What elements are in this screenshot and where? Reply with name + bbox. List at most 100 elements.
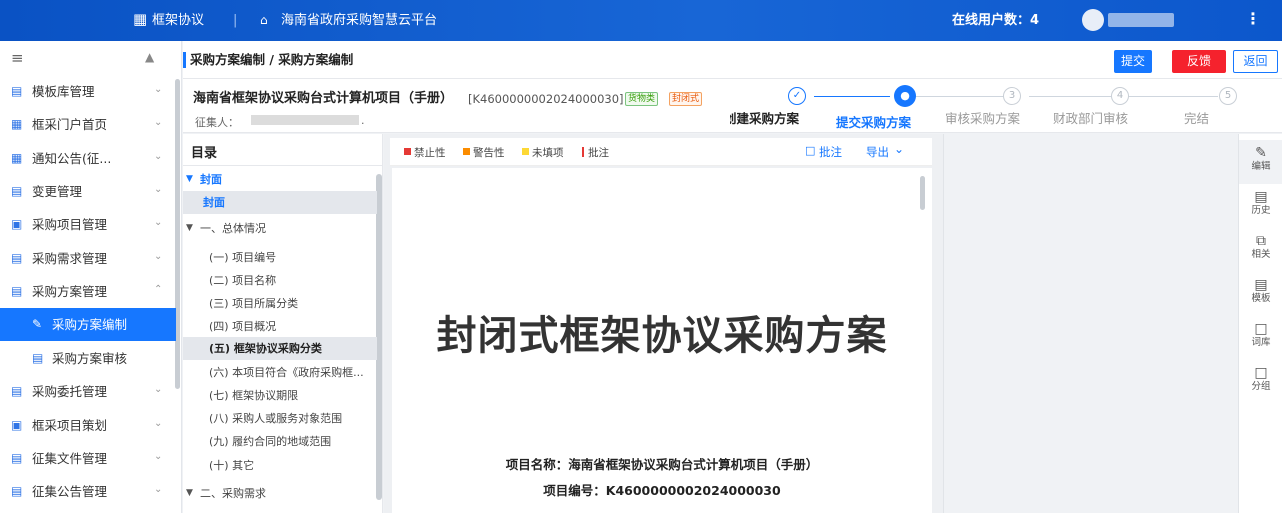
grid-icon: ▦ [11, 117, 23, 131]
menu-template-library[interactable]: ▤ 模板库管理 ⌄ [0, 75, 176, 108]
project-header: 海南省框架协议采购台式计算机项目（手册） [K46000000020240000… [183, 79, 1282, 133]
step-3-number: 3 [1003, 87, 1021, 105]
comment-button[interactable]: 批注 [819, 144, 842, 160]
step-connector [1029, 96, 1111, 97]
platform-title[interactable]: 海南省政府采购智慧云平台 [281, 12, 437, 29]
menu-project-planning[interactable]: ▣ 框采项目策划 ⌄ [0, 409, 176, 442]
pin-icon[interactable]: ▲ [145, 50, 154, 64]
menu-label: 模板库管理 [32, 84, 95, 99]
chevron-down-icon[interactable]: ⌄ [894, 142, 904, 156]
toc-label: 封面 [203, 196, 225, 209]
file-icon: ▤ [11, 484, 23, 498]
toc-item[interactable]: (十) 其它 [183, 454, 377, 477]
toc-item[interactable]: (二) 项目名称 [183, 269, 377, 292]
toc-label: (九) 履约合同的地域范围 [209, 435, 332, 448]
export-button[interactable]: 导出 [866, 144, 889, 160]
menu-change-mgmt[interactable]: ▤ 变更管理 ⌄ [0, 175, 176, 208]
tool-related[interactable]: ⧉ 相关 [1239, 228, 1282, 272]
tool-label: 相关 [1251, 249, 1271, 260]
chevron-down-icon: ⌄ [154, 484, 163, 495]
chevron-down-icon: ⌄ [154, 451, 163, 462]
home-icon[interactable]: ⌂ [260, 12, 268, 29]
toc-label: (三) 项目所属分类 [209, 297, 299, 310]
toc-item-cover[interactable]: 封面 [183, 191, 377, 214]
toc-section-demand[interactable]: ▼ 二、采购需求 [183, 482, 377, 505]
legend-bar: 禁止性 警告性 未填项 批注 □ 批注 导出 ⌄ [390, 138, 932, 166]
step-5-label: 完结 [1184, 111, 1210, 126]
file-icon: ▤ [11, 451, 23, 465]
toc-item[interactable]: (四) 项目概况 [183, 315, 377, 338]
menu-plan-edit[interactable]: ✎ 采购方案编制 [0, 308, 176, 341]
chevron-down-icon: ⌄ [154, 217, 163, 228]
tool-group[interactable]: □ 分组 [1239, 360, 1282, 404]
toc-label: (二) 项目名称 [209, 274, 277, 287]
toc-item[interactable]: (一) 项目编号 [183, 246, 377, 269]
menu-plan-mgmt[interactable]: ▤ 采购方案管理 ⌃ [0, 275, 176, 308]
folder-icon: ▣ [11, 217, 23, 231]
step-5-number: 5 [1219, 87, 1237, 105]
step-2-location-icon: ● [894, 85, 916, 107]
menu-plan-review[interactable]: ▤ 采购方案审核 [0, 342, 176, 375]
toc-item[interactable]: (三) 项目所属分类 [183, 292, 377, 315]
menu-collect-notices[interactable]: ▤ 征集公告管理 ⌄ [0, 475, 176, 508]
divider: | [233, 13, 238, 28]
chevron-down-icon: ⌄ [154, 184, 163, 195]
tool-template[interactable]: ▤ 模板 [1239, 272, 1282, 316]
menu-label: 采购方案编制 [52, 317, 128, 332]
menu-label: 采购方案管理 [32, 284, 108, 299]
chevron-up-icon: ⌃ [154, 284, 163, 295]
menu-entrust-mgmt[interactable]: ▤ 采购委托管理 ⌄ [0, 375, 176, 408]
more-vertical-icon[interactable]: ⋮ [1245, 10, 1261, 27]
menu-demand-mgmt[interactable]: ▤ 采购需求管理 ⌄ [0, 242, 176, 275]
username-blurred[interactable] [1108, 13, 1174, 27]
menu-collect-files[interactable]: ▤ 征集文件管理 ⌄ [0, 442, 176, 475]
chevron-down-icon: ⌄ [154, 84, 163, 95]
menu-portal-home[interactable]: ▦ 框采门户首页 ⌄ [0, 108, 176, 141]
document-page: 封闭式框架协议采购方案 项目名称：海南省框架协议采购台式计算机项目（手册） 项目… [392, 168, 932, 513]
tool-rail: ✎ 编辑 ▤ 历史 ⧉ 相关 ▤ 模板 □ 词库 □ 分组 [1238, 134, 1282, 513]
history-icon: ▤ [1254, 189, 1268, 205]
hamburger-icon[interactable]: ≡ [11, 49, 24, 67]
submit-button[interactable]: 提交 [1114, 50, 1152, 73]
back-button[interactable]: 返回 [1233, 50, 1278, 73]
document-icon: ▤ [11, 251, 23, 265]
book-icon: □ [1254, 321, 1268, 337]
folder-icon: ▣ [11, 418, 23, 432]
template-icon: ▤ [11, 84, 23, 98]
toc-item-selected[interactable]: (五) 框架协议采购分类 [183, 337, 377, 360]
legend-unfilled-label: 未填项 [532, 147, 564, 159]
caret-down-icon: ▼ [186, 223, 193, 233]
step-3-label: 审核采购方案 [945, 111, 1021, 126]
step-connector [814, 96, 890, 97]
toc-section-cover[interactable]: ▼ 封面 [183, 168, 377, 191]
step-1-check-icon: ✓ [788, 87, 806, 105]
menu-label: 变更管理 [32, 184, 83, 199]
toc-label: (四) 项目概况 [209, 320, 277, 333]
caret-down-icon: ▼ [186, 488, 193, 498]
toc-item[interactable]: (八) 采购人或服务对象范围 [183, 407, 377, 430]
tool-label: 分组 [1251, 381, 1271, 392]
avatar[interactable] [1082, 9, 1104, 31]
toc-item[interactable]: (六) 本项目符合《政府采购框... [183, 361, 377, 384]
grid-icon[interactable]: ▦ [133, 11, 147, 28]
app-title[interactable]: 框架协议 [152, 12, 204, 29]
tool-lexicon[interactable]: □ 词库 [1239, 316, 1282, 360]
legend-comment-label: 批注 [588, 147, 609, 159]
doc-scrollbar[interactable] [920, 176, 925, 210]
toc-section-overview[interactable]: ▼ 一、总体情况 [183, 217, 377, 240]
divider [183, 165, 382, 166]
tool-edit[interactable]: ✎ 编辑 [1239, 140, 1282, 184]
top-bar: ▦ 框架协议 | ⌂ 海南省政府采购智慧云平台 在线用户数：4 ⋮ [0, 0, 1282, 41]
menu-notices[interactable]: ▦ 通知公告(征... ⌄ [0, 142, 176, 175]
legend-comment-swatch [582, 147, 584, 157]
feedback-button[interactable]: 反馈 [1172, 50, 1226, 73]
menu-procurement-project[interactable]: ▣ 采购项目管理 ⌄ [0, 208, 176, 241]
tool-history[interactable]: ▤ 历史 [1239, 184, 1282, 228]
breadcrumb-bar: 采购方案编制 / 采购方案编制 提交 反馈 返回 [183, 41, 1282, 79]
comment-icon[interactable]: □ [805, 144, 815, 157]
toc-item[interactable]: (七) 框架协议期限 [183, 384, 377, 407]
step-4-label: 财政部门审核 [1053, 111, 1129, 126]
toc-label: (五) 框架协议采购分类 [209, 342, 322, 355]
toc-item[interactable]: (九) 履约合同的地域范围 [183, 430, 377, 453]
chevron-down-icon: ⌄ [154, 251, 163, 262]
